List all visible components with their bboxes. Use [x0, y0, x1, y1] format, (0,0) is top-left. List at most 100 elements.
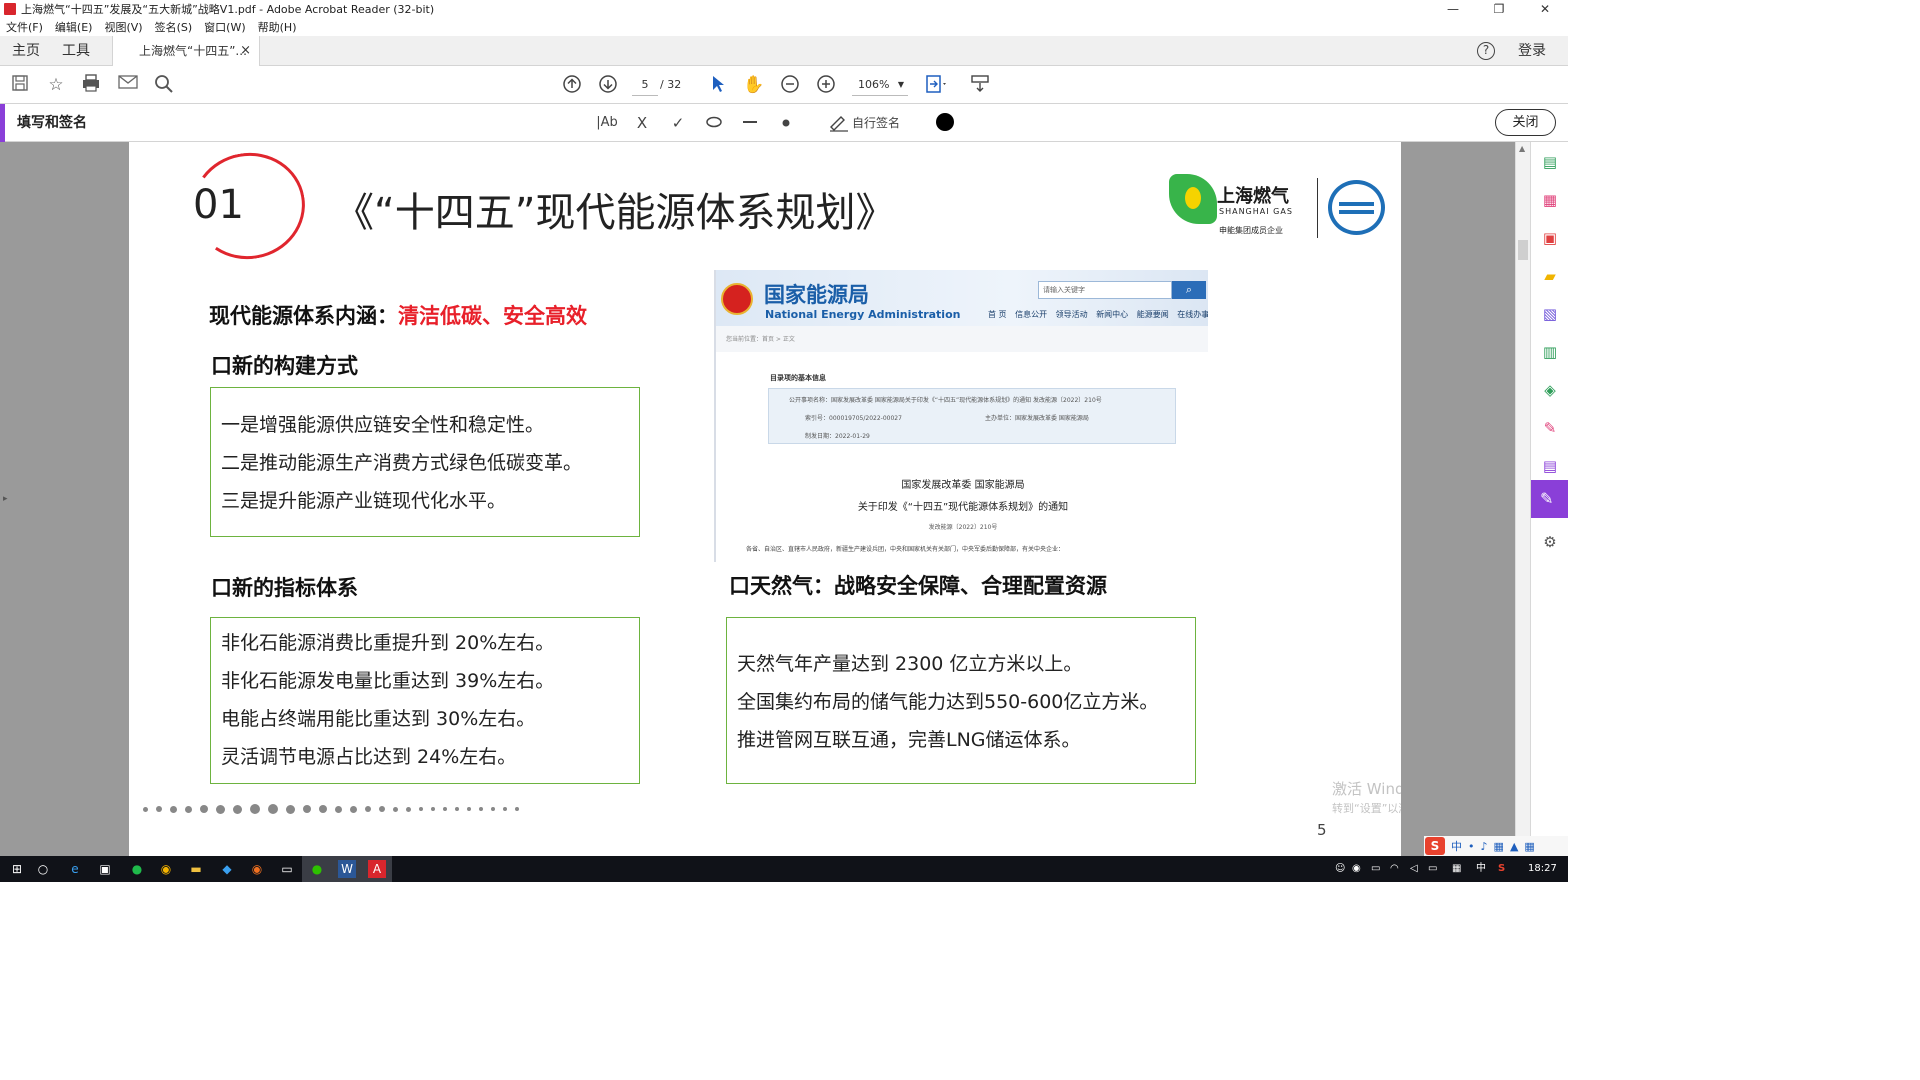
gas-heading: 口天然气：战略安全保障、合理配置资源: [729, 574, 1107, 598]
file-explorer-icon[interactable]: ▬: [187, 860, 205, 878]
create-pdf-icon[interactable]: ▦: [1540, 190, 1560, 210]
store-icon[interactable]: ▣: [96, 860, 114, 878]
ime-skin-icon[interactable]: ▲: [1510, 840, 1518, 853]
window-controls: — ❐ ✕: [1430, 0, 1568, 18]
self-sign-button[interactable]: 自行签名: [852, 112, 900, 134]
sogou-ime-icon[interactable]: S: [1425, 837, 1445, 855]
menu-window[interactable]: 窗口(W): [198, 19, 251, 35]
tray-user-icon[interactable]: ☺: [1335, 856, 1345, 882]
page-number-input[interactable]: 5: [632, 74, 658, 96]
search-icon[interactable]: ○: [34, 860, 52, 878]
left-panel-toggle-icon[interactable]: ▸: [3, 494, 8, 504]
combine-files-icon[interactable]: ▧: [1540, 304, 1560, 324]
vertical-scrollbar[interactable]: ▲: [1515, 142, 1530, 856]
chrome-icon[interactable]: ◉: [157, 860, 175, 878]
word-icon[interactable]: W: [338, 860, 356, 878]
menu-help[interactable]: 帮助(H): [252, 19, 303, 35]
index-heading: 口新的指标体系: [211, 576, 358, 600]
save-icon[interactable]: [9, 74, 31, 96]
fill-sign-icon: ✎: [1540, 489, 1554, 508]
restore-button[interactable]: ❐: [1476, 0, 1522, 18]
menu-view[interactable]: 视图(V): [98, 19, 148, 35]
sign-pen-icon[interactable]: [828, 112, 850, 134]
minimize-button[interactable]: —: [1430, 0, 1476, 18]
battery-icon[interactable]: ▭: [1371, 856, 1380, 882]
connotation-line: 现代能源体系内涵：清洁低碳、安全高效: [209, 300, 587, 330]
ellipse-icon[interactable]: [705, 112, 723, 134]
ime-tools-icon[interactable]: ▦: [1524, 840, 1534, 853]
edit-pdf-icon[interactable]: ▣: [1540, 228, 1560, 248]
edge-browser-icon[interactable]: e: [66, 860, 84, 878]
notification-icon[interactable]: ▭: [1428, 856, 1437, 882]
search-icon[interactable]: [153, 74, 175, 96]
volume-icon[interactable]: ◁: [1410, 856, 1418, 882]
flame-icon: [1185, 187, 1201, 209]
comment-icon[interactable]: ▰: [1540, 266, 1560, 286]
tab-document[interactable]: 上海燃气“十四五”... ×: [112, 36, 260, 66]
line-icon[interactable]: [741, 112, 759, 134]
tray-network-icon[interactable]: ◉: [1352, 856, 1361, 882]
previous-page-icon[interactable]: [561, 74, 583, 96]
acrobat-taskbar-icon[interactable]: A: [368, 860, 386, 878]
app-icon[interactable]: ●: [128, 860, 146, 878]
cross-mark-icon[interactable]: X: [634, 112, 650, 134]
nea-nav: 首 页 信息公开 领导活动 新闻中心 能源要闻 在线办事: [988, 309, 1208, 320]
keyboard-scroll-icon[interactable]: [969, 74, 991, 96]
fill-sign-tool-active[interactable]: ✎: [1531, 480, 1568, 518]
ink-color-picker[interactable]: [936, 113, 954, 131]
tab-home[interactable]: 主页: [12, 36, 40, 66]
bookmark-star-icon[interactable]: ☆: [45, 74, 67, 96]
protect-icon[interactable]: ▤: [1540, 456, 1560, 476]
ime-mode[interactable]: 中: [1451, 838, 1462, 854]
check-mark-icon[interactable]: ✓: [669, 112, 687, 134]
more-tools-icon[interactable]: ⚙: [1540, 532, 1560, 552]
index-box: 非化石能源消费比重提升到 20%左右。 非化石能源发电量比重达到 39%左右。 …: [210, 617, 640, 784]
request-signatures-icon[interactable]: ✎: [1540, 418, 1560, 438]
zoom-in-icon[interactable]: [815, 74, 837, 96]
keyboard-icon[interactable]: ▦: [1452, 856, 1461, 882]
print-icon[interactable]: [80, 74, 102, 96]
scrollbar-thumb[interactable]: [1518, 240, 1528, 260]
gas-box: 天然气年产量达到 2300 亿立方米以上。 全国集约布局的储气能力达到550-6…: [726, 617, 1196, 784]
ime-keyboard-icon[interactable]: ▦: [1494, 840, 1504, 853]
title-bar: 上海燃气“十四五”发展及“五大新城”战略V1.pdf - Adobe Acrob…: [0, 0, 1568, 18]
organize-pages-icon[interactable]: ▥: [1540, 342, 1560, 362]
clock[interactable]: 18:27: [1528, 856, 1557, 882]
select-cursor-icon[interactable]: [707, 74, 729, 96]
build-heading: 口新的构建方式: [211, 354, 358, 378]
windows-start-icon[interactable]: ⊞: [8, 860, 26, 878]
firefox-icon[interactable]: ◉: [248, 860, 266, 878]
input-language[interactable]: 中: [1476, 856, 1486, 882]
main-toolbar: ☆ 5 / 32 ✋ 106% ▼: [0, 66, 1568, 104]
menu-sign[interactable]: 签名(S): [149, 19, 199, 35]
wechat-icon[interactable]: ●: [308, 860, 326, 878]
sogou-tray-icon[interactable]: S: [1498, 856, 1505, 882]
dot-icon[interactable]: [780, 112, 792, 134]
tab-tools[interactable]: 工具: [62, 36, 90, 66]
zoom-out-icon[interactable]: [779, 74, 801, 96]
close-tab-icon[interactable]: ×: [240, 36, 251, 66]
email-icon[interactable]: [117, 74, 139, 96]
close-fill-sign-button[interactable]: 关闭: [1495, 109, 1556, 136]
add-text-icon[interactable]: |Ab: [596, 112, 618, 134]
app-icon[interactable]: ◆: [218, 860, 236, 878]
close-window-button[interactable]: ✕: [1522, 0, 1568, 18]
next-page-icon[interactable]: [597, 74, 619, 96]
page-fit-icon[interactable]: [925, 74, 947, 96]
scroll-up-icon[interactable]: ▲: [1519, 144, 1525, 153]
index-item: 电能占终端用能比重达到 30%左右。: [221, 708, 536, 730]
wifi-icon[interactable]: ◠: [1390, 856, 1399, 882]
menu-edit[interactable]: 编辑(E): [49, 19, 99, 35]
export-pdf-icon[interactable]: ▤: [1540, 152, 1560, 172]
zoom-select[interactable]: 106% ▼: [852, 74, 908, 96]
menu-file[interactable]: 文件(F): [0, 19, 49, 35]
app-icon[interactable]: ▭: [278, 860, 296, 878]
windows-activation-watermark: 激活 Windows: [1332, 780, 1401, 798]
hand-tool-icon[interactable]: ✋: [743, 74, 765, 96]
ime-punct-icon[interactable]: •: [1468, 840, 1475, 853]
ime-voice-icon[interactable]: ♪: [1481, 840, 1488, 853]
help-icon[interactable]: ?: [1477, 42, 1495, 60]
login-button[interactable]: 登录: [1518, 36, 1546, 66]
search-icon: ⌕: [1172, 281, 1206, 299]
compress-pdf-icon[interactable]: ◈: [1540, 380, 1560, 400]
